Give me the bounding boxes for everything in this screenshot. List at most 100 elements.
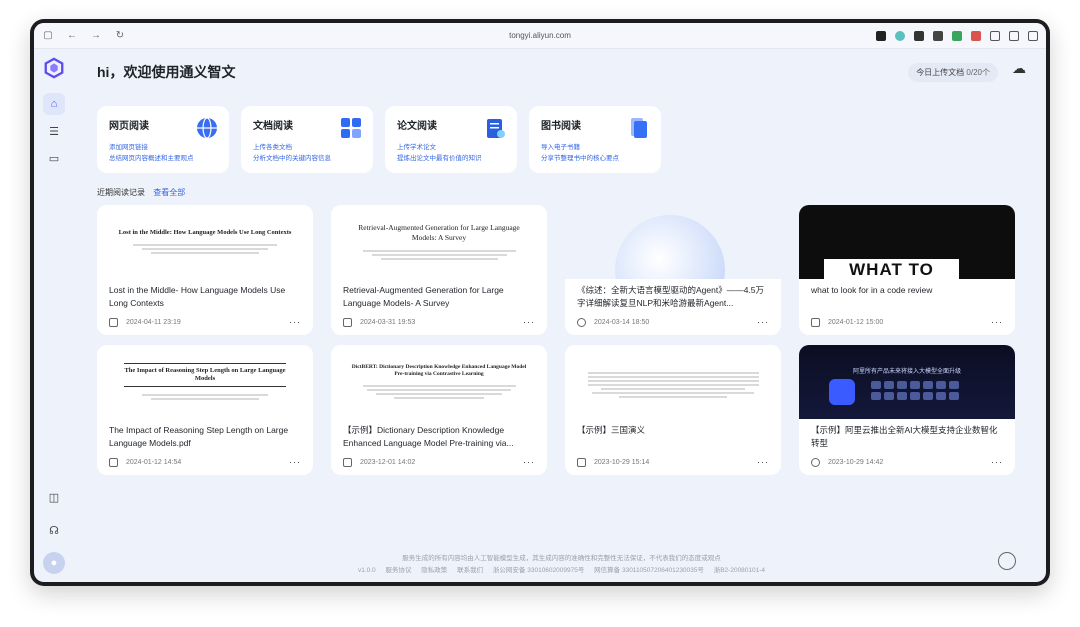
card-desc-line: 提炼出论文中最有价值的知识 (397, 155, 482, 162)
upload-count-badge: 今日上传文档 0/20个 (908, 63, 998, 82)
split-view-icon[interactable] (1028, 30, 1038, 41)
more-options-button[interactable]: ··· (289, 317, 301, 327)
book-icon (577, 457, 586, 467)
browser-toolbar: ▢ ← → ↻ tongyi.aliyun.com (34, 23, 1046, 49)
extension-icon[interactable] (876, 30, 886, 41)
doc-icon (343, 457, 352, 467)
book-reading-card[interactable]: 图书阅读 导入电子书籍 分享节整理书中的核心要点 (529, 106, 661, 173)
card-desc: 导入电子书籍 分享节整理书中的核心要点 (541, 142, 649, 164)
more-options-button[interactable]: ··· (289, 457, 301, 467)
thumbnail-title: 阿里所有产品未来将接入大模型全面升级 (852, 369, 961, 375)
document-meta: 2024-03-14 18:50 ··· (577, 317, 769, 327)
extension-icon[interactable] (914, 30, 924, 41)
document-thumbnail: Lost in the Middle: How Language Models … (97, 205, 313, 279)
document-card[interactable]: 《综述：全新大语言模型驱动的Agent》——4.5万字详细解读复旦NLP和米哈游… (565, 205, 781, 335)
extension-icon[interactable] (1009, 30, 1019, 41)
document-date: 2024-03-14 18:50 (594, 318, 650, 326)
privacy-link[interactable]: 隐私政策 (421, 567, 447, 574)
document-reading-card[interactable]: 文档阅读 上传各类文档 分析文档中的关键内容信息 (241, 106, 373, 173)
globe-illustration-icon (615, 215, 725, 279)
card-desc-line: 导入电子书籍 (541, 144, 580, 151)
paper-reading-card[interactable]: 论文阅读 上传学术论文 提炼出论文中最有价值的知识 (385, 106, 517, 173)
avatar[interactable]: ● (43, 552, 65, 574)
document-card[interactable]: DictBERT: Dictionary Description Knowled… (331, 345, 547, 475)
thumbnail-title: The Impact of Reasoning Step Length on L… (124, 366, 286, 382)
document-thumbnail: DictBERT: Dictionary Description Knowled… (331, 345, 547, 419)
tongyi-logo-icon[interactable] (43, 57, 65, 79)
extension-icon[interactable] (971, 30, 981, 41)
more-options-button[interactable]: ··· (523, 317, 535, 327)
card-desc: 上传各类文档分析文档中的关键内容信息 (253, 142, 361, 164)
document-title: 《综述：全新大语言模型驱动的Agent》——4.5万字详细解读复旦NLP和米哈游… (577, 285, 765, 308)
document-title: what to look for in a code review (811, 285, 933, 295)
document-thumbnail (565, 345, 781, 419)
extension-icon[interactable] (895, 30, 905, 41)
main-content: hi，欢迎使用通义智文 今日上传文档 0/20个 ☁ 网页阅读 添加网页链接 总结… (97, 49, 1026, 582)
more-options-button[interactable]: ··· (757, 317, 769, 327)
assistant-icon[interactable] (998, 552, 1016, 570)
extension-icon[interactable] (952, 30, 962, 41)
library-nav-button[interactable]: ☰ (43, 120, 65, 142)
document-card[interactable]: The Impact of Reasoning Step Length on L… (97, 345, 313, 475)
document-card[interactable]: Retrieval-Augmented Generation for Large… (331, 205, 547, 335)
more-options-button[interactable]: ··· (991, 317, 1003, 327)
thumbnail-title: DictBERT: Dictionary Description Knowled… (351, 363, 527, 377)
footer-notice: 服务生成的所有内容均由人工智能模型生成，其生成内容的准确性和完整性无法保证，不代… (402, 555, 721, 562)
quick-actions: 网页阅读 添加网页链接 总结网页内容概述和主要观点 文档阅读 上传各类文档 分析文档… (97, 106, 661, 173)
document-title: 【示例】Dictionary Description Knowledge Enh… (343, 425, 514, 448)
more-options-button[interactable]: ··· (991, 457, 1003, 467)
thumbnail-lines (115, 242, 295, 256)
book-icon (811, 317, 820, 327)
document-meta: 2024-01-12 14:54 ··· (109, 457, 301, 467)
document-grid-icon (341, 118, 361, 138)
device-frame: ▢ ← → ↻ tongyi.aliyun.com ⌂ ☰ ▭ ◫ ☊ ● hi… (30, 19, 1050, 586)
card-desc: 上传学术论文 提炼出论文中最有价值的知识 (397, 142, 505, 164)
folder-nav-button[interactable]: ▭ (43, 147, 65, 169)
document-date: 2024-01-12 14:54 (126, 458, 182, 466)
more-options-button[interactable]: ··· (757, 457, 769, 467)
extension-icon[interactable] (933, 30, 943, 41)
web-reading-card[interactable]: 网页阅读 添加网页链接 总结网页内容概述和主要观点 (97, 106, 229, 173)
document-title: Retrieval-Augmented Generation for Large… (343, 285, 504, 308)
document-card[interactable]: Lost in the Middle: How Language Models … (97, 205, 313, 335)
document-meta: 2023-12-01 14:02 ··· (343, 457, 535, 467)
upload-cloud-icon[interactable]: ☁ (1012, 60, 1026, 77)
more-options-button[interactable]: ··· (523, 457, 535, 467)
document-date: 2024-01-12 15:00 (828, 318, 884, 326)
home-icon: ⌂ (50, 98, 58, 110)
document-card[interactable]: WHAT TO what to look for in a code revie… (799, 205, 1015, 335)
url-text[interactable]: tongyi.aliyun.com (509, 31, 571, 40)
document-card[interactable]: 【示例】三国演义 2023-10-29 15:14 ··· (565, 345, 781, 475)
folder-icon: ▭ (48, 152, 60, 165)
forward-icon[interactable]: → (90, 30, 102, 42)
help-button[interactable]: ☊ (43, 519, 65, 541)
card-desc-line: 添加网页链接 (109, 144, 148, 151)
document-date: 2024-03-31 19:53 (360, 318, 416, 326)
card-desc-line: 上传各类文档 (253, 144, 292, 151)
inbox-button[interactable]: ◫ (43, 486, 65, 508)
reload-icon[interactable]: ↻ (114, 30, 126, 42)
document-thumbnail (565, 205, 781, 279)
license-text: 浙公网安备 33010602009975号 (492, 567, 585, 574)
card-desc-line: 总结网页内容概述和主要观点 (109, 155, 194, 162)
web-globe-icon (197, 117, 217, 139)
tongyi-event-logo-icon (829, 379, 855, 405)
extension-icon[interactable] (990, 30, 1000, 41)
document-thumbnail: Retrieval-Augmented Generation for Large… (331, 205, 547, 279)
document-meta: 2023-10-29 15:14 ··· (577, 457, 769, 467)
terms-link[interactable]: 服务协议 (385, 567, 411, 574)
card-desc-line: 分析文档中的关键内容信息 (253, 155, 331, 162)
book-icon (631, 118, 647, 138)
contact-link[interactable]: 联系我们 (457, 567, 483, 574)
document-date: 2023-12-01 14:02 (360, 458, 416, 466)
document-card[interactable]: 阿里所有产品未来将接入大模型全面升级 【示例】阿里云推出全新AI大模型支持企业数… (799, 345, 1015, 475)
view-all-link[interactable]: 查看全部 (153, 188, 185, 197)
thumbnail-title: WHAT TO (824, 259, 959, 279)
sidebar-toggle-icon[interactable]: ▢ (42, 30, 54, 42)
upload-label: 今日上传文档 (916, 68, 965, 77)
back-icon[interactable]: ← (66, 30, 78, 42)
upload-count-value: 0/20个 (966, 68, 990, 77)
thumbnail-title: Retrieval-Augmented Generation for Large… (358, 222, 520, 242)
home-nav-button[interactable]: ⌂ (43, 93, 65, 115)
license-text: 网信算备 330110507206401230035号 (594, 567, 704, 574)
